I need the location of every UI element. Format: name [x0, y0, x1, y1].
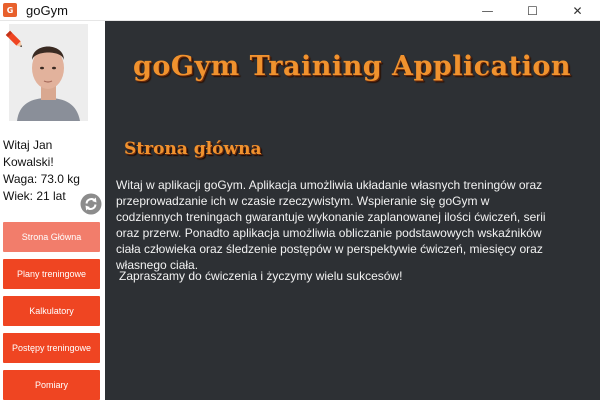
pencil-edit-icon[interactable]	[4, 29, 26, 51]
main-content: goGym Training Application Strona główna…	[105, 21, 600, 400]
window-title: goGym	[26, 2, 68, 18]
nav-button-training-progress[interactable]: Postępy treningowe	[3, 333, 100, 363]
app-window: G goGym — ☐ ✕ Witaj Jan Kowalski! Waga: …	[0, 0, 600, 400]
section-title: Strona główna	[124, 139, 262, 159]
maximize-button[interactable]: ☐	[510, 0, 555, 21]
user-greeting: Witaj Jan Kowalski!	[3, 138, 54, 169]
nav-button-home[interactable]: Strona Główna	[3, 222, 100, 252]
nav-button-measurements[interactable]: Pomiary	[3, 370, 100, 400]
user-weight: Waga: 73.0 kg	[3, 172, 80, 186]
app-icon: G	[3, 3, 17, 17]
nav-button-calculators[interactable]: Kalkulatory	[3, 296, 100, 326]
closing-text: Zapraszamy do ćwiczenia i życzymy wielu …	[119, 269, 403, 283]
window-controls: — ☐ ✕	[465, 0, 600, 21]
title-bar: G goGym — ☐ ✕	[0, 0, 600, 21]
app-title: goGym Training Application	[133, 51, 572, 82]
refresh-icon[interactable]	[80, 193, 102, 215]
sidebar: Witaj Jan Kowalski! Waga: 73.0 kg Wiek: …	[0, 21, 105, 400]
minimize-button[interactable]: —	[465, 0, 510, 21]
close-button[interactable]: ✕	[555, 0, 600, 21]
description-text: Witaj w aplikacji goGym. Aplikacja umożl…	[116, 178, 546, 272]
nav-button-training-plans[interactable]: Plany treningowe	[3, 259, 100, 289]
